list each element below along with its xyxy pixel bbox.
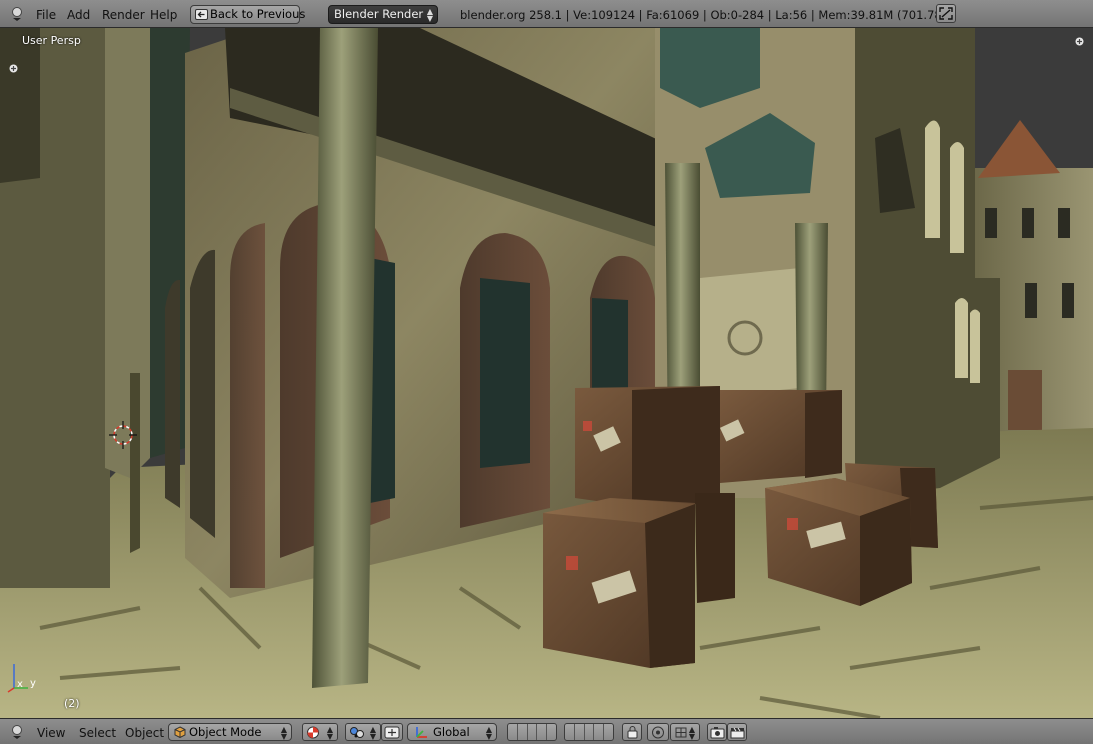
editor-type-icon[interactable]: [10, 5, 26, 21]
lock-icon[interactable]: [622, 723, 642, 741]
axis-y-label: y: [30, 678, 36, 689]
menu-view[interactable]: View: [37, 726, 65, 740]
fullscreen-icon[interactable]: [936, 4, 956, 23]
3d-viewport[interactable]: User Persp y x (2): [0, 28, 1093, 718]
scene-render: [0, 28, 1093, 718]
select-arrows-icon: ▲ ▼: [426, 7, 433, 23]
pivot-point-icon[interactable]: ▲ ▼: [345, 723, 381, 741]
render-engine-value: Blender Render: [334, 7, 424, 21]
scene-statistics: blender.org 258.1 | Ve:109124 | Fa:61069…: [460, 8, 957, 22]
frame-object-info: (2): [64, 697, 80, 710]
corner-plus-icon[interactable]: [1075, 37, 1084, 46]
3d-cursor-icon[interactable]: [108, 420, 138, 450]
snap-icon[interactable]: ▲ ▼: [670, 723, 700, 741]
menu-select[interactable]: Select: [79, 726, 116, 740]
select-arrows-icon: ▲ ▼: [485, 725, 492, 741]
menu-object[interactable]: Object: [125, 726, 164, 740]
object-mode-cube-icon: [174, 726, 186, 738]
menu-add[interactable]: Add: [67, 8, 90, 22]
menu-file[interactable]: File: [36, 8, 56, 22]
view-perspective-label: User Persp: [22, 34, 81, 47]
3d-view-header: View Select Object Object Mode ▲ ▼ ▲ ▼ ▲ ▼: [0, 718, 1093, 744]
viewport-shading-icon[interactable]: ▲ ▼: [302, 723, 338, 741]
render-icon[interactable]: [707, 723, 727, 741]
render-engine-select[interactable]: Blender Render ▲ ▼: [328, 5, 438, 24]
select-arrows-icon: ▲ ▼: [280, 725, 287, 741]
orientation-value: Global: [433, 725, 470, 739]
layers-grid-icon[interactable]: [507, 723, 557, 741]
axis-gizmo-icon: y x: [4, 658, 44, 694]
back-to-previous-button[interactable]: Back to Previous: [190, 5, 305, 24]
editor-type-icon[interactable]: [10, 723, 26, 739]
back-arrow-icon: [195, 9, 208, 20]
manipulator-icon[interactable]: [381, 723, 403, 741]
info-header: File Add Render Help Back to Previous Bl…: [0, 0, 1093, 28]
back-to-previous-label: Back to Previous: [210, 7, 306, 21]
mode-value: Object Mode: [189, 725, 262, 739]
mode-select[interactable]: Object Mode ▲ ▼: [168, 723, 292, 741]
transform-orientation-select[interactable]: Global ▲ ▼: [407, 723, 497, 741]
corner-plus-icon[interactable]: [9, 64, 18, 73]
clapper-icon[interactable]: [727, 723, 747, 741]
menu-help[interactable]: Help: [150, 8, 177, 22]
layers-grid-icon[interactable]: [564, 723, 614, 741]
transform-orientation-icon: [416, 727, 427, 738]
axis-x-label: x: [17, 679, 23, 690]
menu-render[interactable]: Render: [102, 8, 145, 22]
proportional-edit-icon[interactable]: [647, 723, 669, 741]
